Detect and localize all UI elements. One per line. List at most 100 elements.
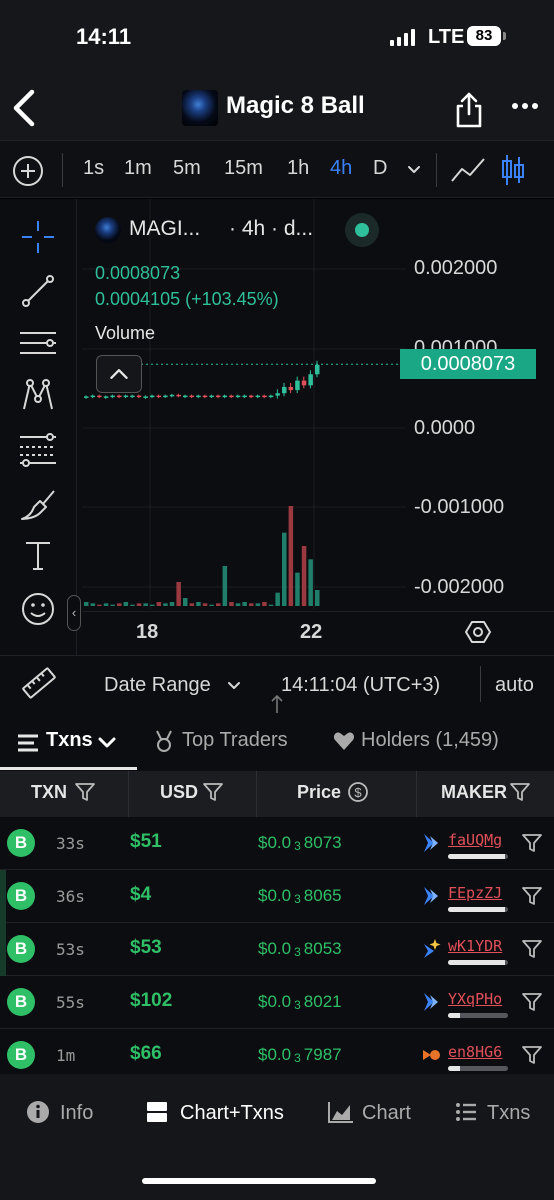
collapse-toolbar-button[interactable]: ‹ [67,595,81,631]
battery-tip [503,32,506,40]
nav-info[interactable]: Info [26,1100,106,1130]
chevron-down-icon[interactable] [96,732,118,754]
volume-bar [202,603,208,606]
tab-holders[interactable]: Holders (1,459) [361,729,499,752]
dollar-circle-icon[interactable]: $ [347,781,369,803]
txn-usd: $53 [130,937,162,958]
timeframe-1s[interactable]: 1s [83,157,104,180]
maker-address[interactable]: FEpzZJ [448,884,502,902]
candle-body [117,395,122,398]
table-row[interactable]: B 55s $102 $0.0 3 8021 YXqPHo [0,976,554,1029]
candle-body [242,395,247,398]
header-usd[interactable]: USD [129,771,257,817]
price-prefix: $0.0 [258,992,292,1011]
header-txn[interactable]: TXN [0,771,129,817]
price-axis-tick: -0.002000 [414,576,505,598]
buy-badge: B [7,935,35,963]
timeframe-1m[interactable]: 1m [124,157,152,180]
maker-address[interactable]: en8HG6 [448,1043,502,1061]
filter-icon[interactable] [202,781,224,803]
page-title: Magic 8 Ball [226,92,365,119]
filter-icon[interactable] [521,1044,543,1066]
nav-chart-txns[interactable]: Chart+Txns [146,1100,296,1130]
active-tab-underline [0,767,137,770]
legend-change: 0.0004105 (+103.45%) [95,289,279,309]
table-row[interactable]: B 53s $53 $0.0 3 8053 wK1YDR [0,923,554,976]
candle-body [209,395,214,398]
filter-icon[interactable] [521,885,543,907]
volume-bar [262,602,267,606]
collapse-legend-button[interactable] [96,355,142,393]
sparkle-icon [424,939,441,958]
more-options-icon[interactable] [510,96,540,116]
price-digits: 8053 [303,939,342,958]
nav-chart[interactable]: Chart [328,1100,418,1130]
trend-line-icon[interactable] [18,271,58,311]
parallel-channel-icon[interactable] [18,323,58,363]
share-icon[interactable] [452,90,486,130]
fib-retracement-icon[interactable] [18,429,58,469]
auto-scale-button[interactable]: auto [495,674,534,697]
candle-body [90,395,96,398]
timeframe-1h[interactable]: 1h [287,157,309,180]
candle-body [183,395,188,398]
line-chart-icon[interactable] [450,155,486,185]
row-highlight [0,923,6,976]
ruler-icon[interactable] [20,664,58,702]
chevron-down-icon[interactable] [226,678,242,694]
timeframe-5m[interactable]: 5m [173,157,201,180]
volume-bar [156,602,162,606]
filter-icon[interactable] [521,832,543,854]
table-row[interactable]: B 36s $4 $0.0 3 8065 FEpzZJ [0,870,554,923]
volume-bar [282,532,287,606]
volume-label: Volume [95,323,156,343]
pattern-icon[interactable] [18,375,58,415]
date-range-button[interactable]: Date Range [104,674,211,697]
candle-body [103,396,109,398]
crosshair-icon[interactable] [18,217,58,257]
table-row[interactable]: B 33s $51 $0.0 3 8073 faUQMg [0,817,554,870]
candle-body [130,395,135,398]
price-zero-count: 3 [294,892,301,906]
maker-address[interactable]: wK1YDR [448,937,502,955]
filter-icon[interactable] [74,781,96,803]
candle-body [268,395,274,398]
drawing-toolbar: ‹ [0,199,81,711]
timeframe-4h[interactable]: 4h [330,157,352,180]
timeframe-15m[interactable]: 15m [224,157,263,180]
candlestick-icon[interactable] [500,153,526,187]
nav-txns[interactable]: Txns [455,1100,535,1130]
header-maker[interactable]: MAKER [417,771,554,817]
token-logo-icon [182,90,218,126]
chevron-down-icon[interactable] [405,161,423,179]
emoji-icon[interactable] [18,589,58,629]
volume-bar [315,590,320,606]
maker-address[interactable]: YXqPHo [448,990,502,1008]
tab-txns[interactable]: Txns [46,729,93,752]
area-chart-icon [328,1102,353,1123]
candle-body [216,395,221,398]
maker-holding-bar [448,854,508,859]
fish-icon [423,1050,440,1060]
price-chart[interactable] [82,199,406,609]
brush-icon[interactable] [18,483,58,523]
status-bar: 14:11 LTE 83 [0,0,554,80]
maker-address[interactable]: faUQMg [448,831,502,849]
timeframe-d[interactable]: D [373,157,387,180]
legend-timeframe: · 4h · d... [229,217,314,240]
chart-area[interactable]: ‹ MAGI... · 4h · d... 0.0008073 0.000410… [0,199,554,711]
volume-bar [242,602,247,606]
back-arrow-icon[interactable] [10,86,40,130]
heart-icon [333,732,355,750]
filter-icon[interactable] [521,991,543,1013]
chart-settings-icon[interactable] [465,619,491,645]
filter-icon[interactable] [509,781,531,803]
text-tool-icon[interactable] [18,535,58,575]
tab-top-traders[interactable]: Top Traders [182,729,288,752]
add-indicator-icon[interactable] [13,156,43,186]
price-zero-count: 3 [294,998,301,1012]
volume-bar [136,603,142,606]
solana-icon [424,834,438,852]
header-price[interactable]: Price $ [257,771,417,817]
filter-icon[interactable] [521,938,543,960]
